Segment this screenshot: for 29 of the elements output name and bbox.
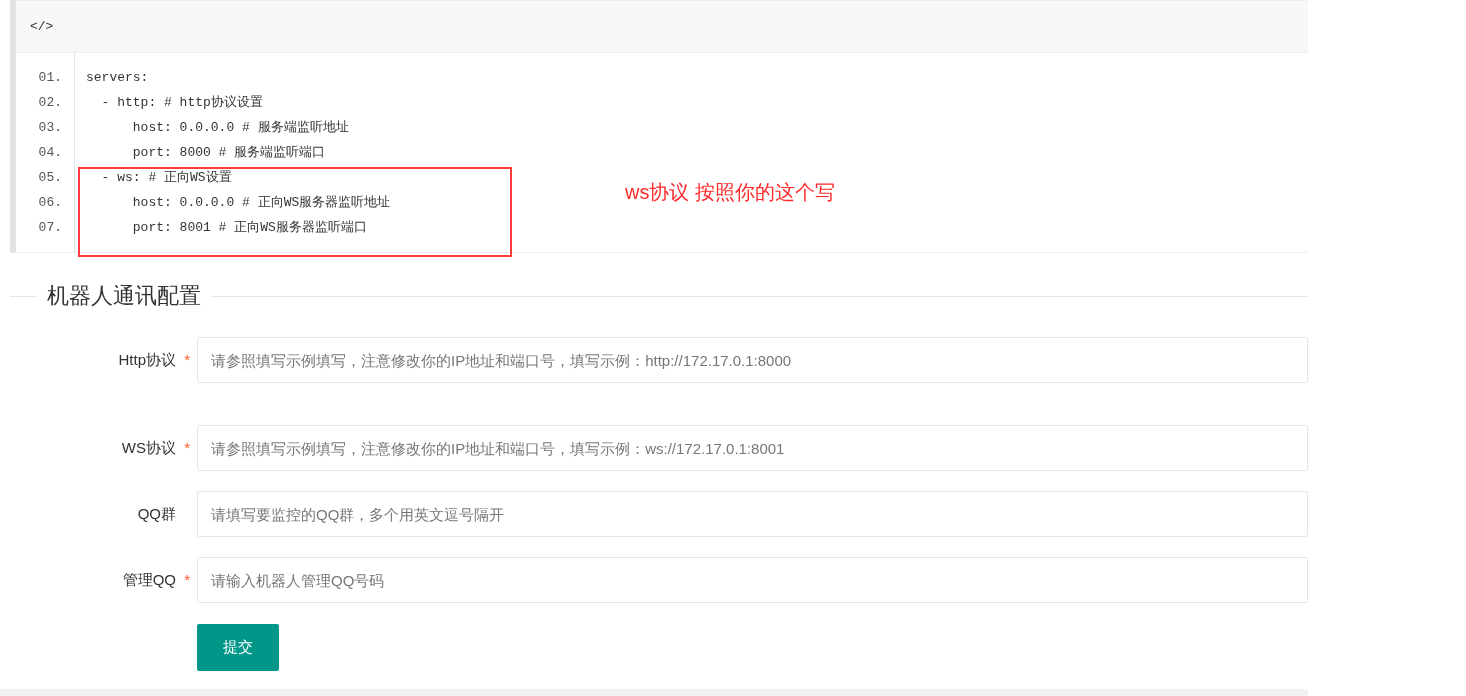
input-field[interactable]: 请参照填写示例填写，注意修改你的IP地址和端口号，填写示例：http://172.17.0.1:8000: [197, 337, 1308, 383]
code-icon: </>: [30, 16, 54, 37]
field-label: Http协议: [118, 349, 176, 370]
submit-button[interactable]: 提交: [197, 624, 279, 671]
line-number: 05.: [37, 169, 63, 187]
line-number: 07.: [37, 219, 63, 237]
code-line: servers:: [86, 69, 150, 87]
code-line: port: 8000 # 服务端监听端口: [131, 144, 327, 162]
line-number: 01.: [37, 69, 63, 87]
field-label: WS协议: [121, 437, 176, 458]
code-line: - http: # http协议设置: [100, 94, 264, 112]
field-label: 管理QQ: [122, 569, 176, 590]
line-number: 02.: [37, 94, 63, 112]
line-number: 06.: [37, 194, 63, 212]
section-legend: 机器人通讯配置: [37, 278, 211, 314]
input-field[interactable]: 请输入机器人管理QQ号码: [197, 557, 1308, 603]
required-mark: *: [184, 437, 190, 458]
annotation-text: ws协议 按照你的这个写: [625, 180, 835, 205]
line-number: 03.: [37, 119, 63, 137]
code-line: port: 8001 # 正向WS服务器监听端口: [131, 219, 368, 237]
required-mark: *: [184, 349, 190, 370]
code-line: host: 0.0.0.0 # 服务端监听地址: [131, 119, 350, 137]
input-field[interactable]: 请参照填写示例填写，注意修改你的IP地址和端口号，填写示例：ws://172.17.0.1:8001: [197, 425, 1308, 471]
field-label: QQ群: [137, 503, 176, 524]
code-line: - ws: # 正向WS设置: [100, 169, 233, 187]
line-number: 04.: [37, 144, 63, 162]
required-mark: *: [184, 569, 190, 590]
input-field[interactable]: 请填写要监控的QQ群，多个用英文逗号隔开: [197, 491, 1308, 537]
code-line: host: 0.0.0.0 # 正向WS服务器监听地址: [131, 194, 391, 212]
